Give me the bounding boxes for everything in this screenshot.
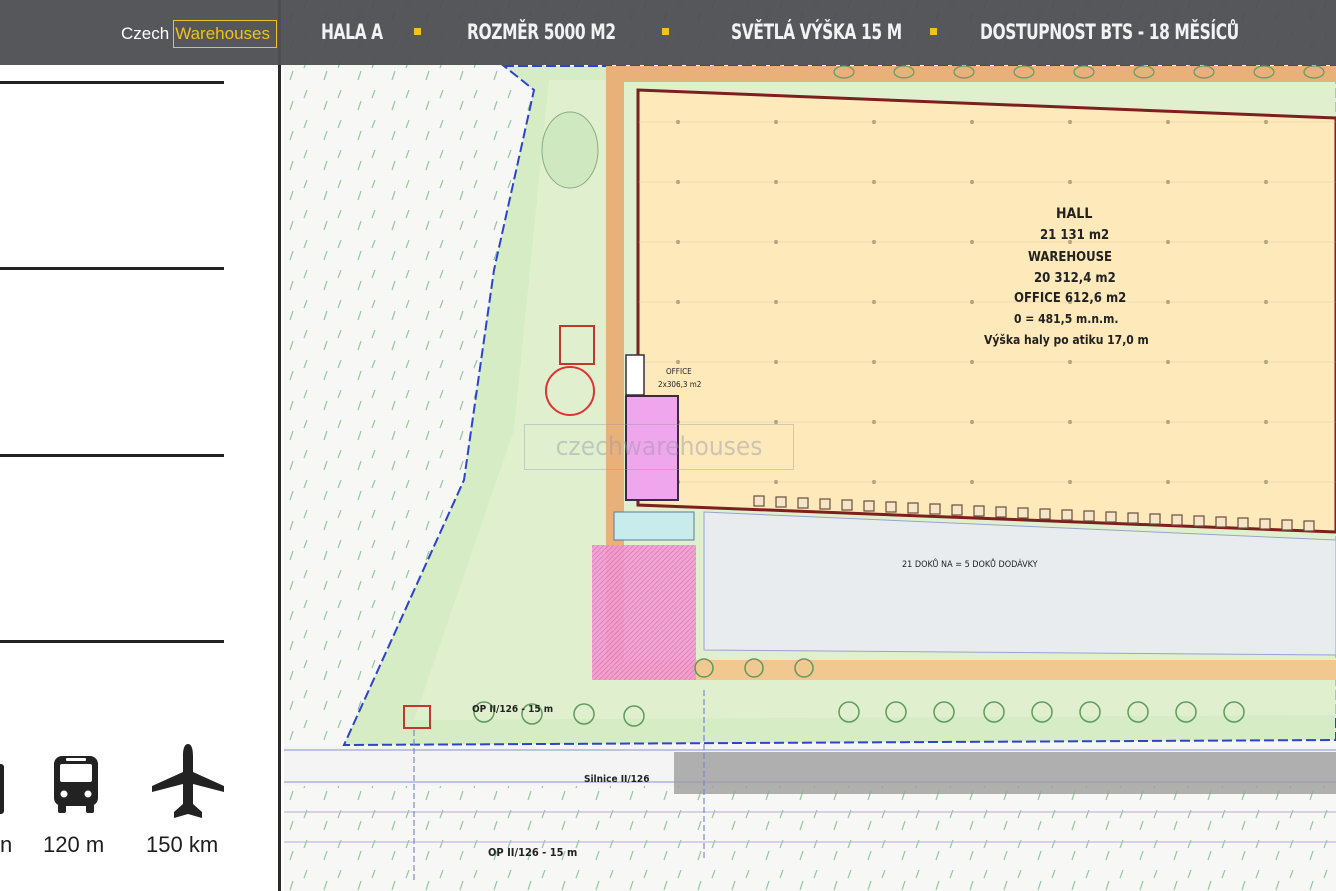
brand-name-part2: Warehouses bbox=[173, 20, 277, 48]
separator-dot-icon bbox=[930, 28, 937, 35]
warehouse-title: WAREHOUSE bbox=[1028, 250, 1113, 265]
office-small-area: 2x306,3 m2 bbox=[658, 380, 702, 389]
protection-zone-label-1: OP II/126 - 15 m bbox=[472, 704, 554, 715]
bus-icon bbox=[52, 754, 100, 816]
height-note: Výška haly po atiku 17,0 m bbox=[984, 333, 1149, 347]
airport-distance-label: 150 km bbox=[146, 832, 219, 857]
divider bbox=[0, 267, 224, 270]
airplane-icon bbox=[150, 742, 226, 820]
elevation: 0 = 481,5 m.n.m. bbox=[1014, 312, 1119, 326]
office-area: OFFICE 612,6 m2 bbox=[1014, 291, 1127, 306]
nav-item-hall[interactable]: HALA A bbox=[321, 18, 383, 46]
nav-item-availability[interactable]: DOSTUPNOST BTS - 18 MĚSÍCŮ bbox=[980, 18, 1239, 46]
divider bbox=[0, 454, 224, 457]
watermark: czechwarehouses bbox=[524, 424, 794, 470]
separator-dot-icon bbox=[662, 28, 669, 35]
left-info-panel: n 120 m 150 km bbox=[0, 0, 281, 891]
brand-logo[interactable]: Czech Warehouses bbox=[121, 19, 277, 49]
divider bbox=[0, 81, 224, 84]
brand-name-part1: Czech bbox=[121, 24, 170, 43]
site-plan-image: HALL 21 131 m2 WAREHOUSE 20 312,4 m2 OFF… bbox=[284, 0, 1336, 891]
plan-labels: HALL 21 131 m2 WAREHOUSE 20 312,4 m2 OFF… bbox=[284, 0, 1336, 891]
nav-item-size[interactable]: ROZMĚR 5000 M2 bbox=[467, 18, 616, 46]
protection-zone-label-2: OP II/126 - 15 m bbox=[488, 846, 578, 859]
hall-area: 21 131 m2 bbox=[1040, 228, 1110, 243]
top-navigation-bar: Czech Warehouses HALA A ROZMĚR 5000 M2 S… bbox=[0, 0, 1336, 65]
bus-distance-label: 120 m bbox=[43, 832, 105, 857]
partial-distance-label: n bbox=[0, 832, 13, 857]
nav-item-clear-height[interactable]: SVĚTLÁ VÝŠKA 15 M bbox=[731, 18, 902, 46]
office-small-title: OFFICE bbox=[666, 367, 692, 376]
partial-icon bbox=[0, 764, 6, 814]
warehouse-area: 20 312,4 m2 bbox=[1034, 271, 1116, 286]
docks-label: 21 DOKŮ NA = 5 DOKŮ DODÁVKY bbox=[902, 560, 1038, 570]
hall-title: HALL bbox=[1056, 206, 1093, 222]
separator-dot-icon bbox=[414, 28, 421, 35]
divider bbox=[0, 640, 224, 643]
road-name: Silnice II/126 bbox=[584, 774, 650, 785]
